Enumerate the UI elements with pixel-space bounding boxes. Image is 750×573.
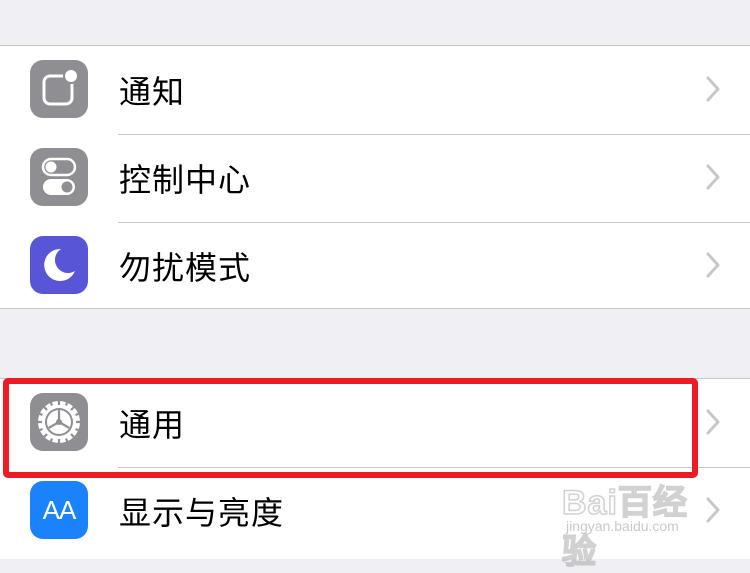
settings-row-label: 通知 bbox=[119, 73, 186, 111]
settings-row-label: 勿扰模式 bbox=[119, 249, 252, 287]
watermark-url: jingyan.baidu.com bbox=[566, 518, 679, 534]
text-size-icon-glyph: AA bbox=[42, 494, 77, 525]
settings-row-label: 通用 bbox=[119, 406, 186, 444]
settings-row-label: 控制中心 bbox=[119, 161, 252, 199]
chevron-right-icon bbox=[706, 76, 720, 102]
chevron-right-icon bbox=[706, 252, 720, 278]
notifications-icon bbox=[30, 60, 88, 118]
text-size-icon: AA bbox=[30, 481, 88, 539]
moon-icon bbox=[30, 236, 88, 294]
chevron-right-icon bbox=[706, 409, 720, 435]
settings-row-control-center[interactable]: 控制中心 bbox=[0, 134, 750, 222]
settings-row-label: 显示与亮度 bbox=[119, 494, 285, 532]
settings-row-general[interactable]: 通用 bbox=[0, 379, 750, 467]
baidu-jingyan-watermark: Bai百经验 jingyan.baidu.com bbox=[561, 473, 722, 572]
settings-group-1: 通知 控制中心 勿扰模式 bbox=[0, 45, 750, 309]
control-center-icon bbox=[30, 148, 88, 206]
gear-icon bbox=[30, 393, 88, 451]
settings-row-do-not-disturb[interactable]: 勿扰模式 bbox=[0, 222, 750, 310]
chevron-right-icon bbox=[706, 164, 720, 190]
settings-row-notifications[interactable]: 通知 bbox=[0, 46, 750, 134]
